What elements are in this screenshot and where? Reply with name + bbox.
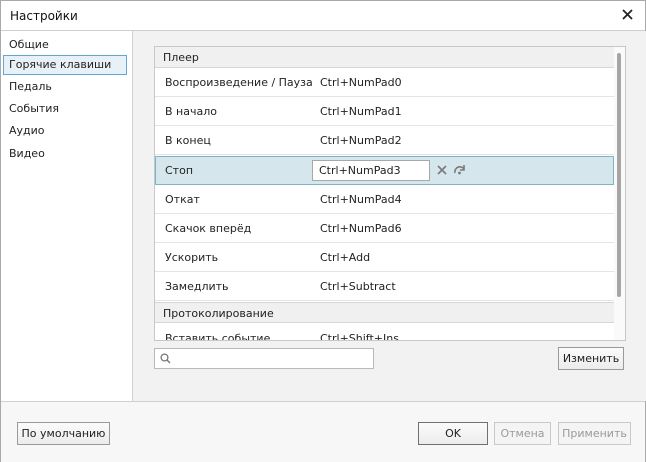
- hotkey-keys: Ctrl+NumPad4: [320, 193, 402, 206]
- table-row[interactable]: В конец Ctrl+NumPad2: [155, 126, 614, 155]
- hotkey-keys: Ctrl+NumPad1: [320, 105, 402, 118]
- sidebar-item-label: События: [9, 102, 60, 115]
- sidebar-item-label: Горячие клавиши: [9, 58, 112, 71]
- sidebar-item-label: Педаль: [9, 80, 52, 93]
- group-header-logging: Протоколирование: [155, 302, 614, 323]
- sidebar-item-video[interactable]: Видео: [3, 144, 127, 164]
- hotkey-keys: Ctrl+NumPad2: [320, 134, 402, 147]
- search-icon: [160, 353, 171, 364]
- change-button[interactable]: Изменить: [558, 347, 624, 370]
- hotkey-action: Воспроизведение / Пауза: [165, 76, 313, 89]
- sidebar-item-events[interactable]: События: [3, 99, 127, 119]
- undo-icon: [454, 165, 465, 175]
- clear-hotkey-button[interactable]: [436, 164, 448, 176]
- hotkey-edit-field[interactable]: Ctrl+NumPad3: [312, 160, 430, 181]
- dialog-title: Настройки: [10, 9, 78, 23]
- sidebar-item-audio[interactable]: Аудио: [3, 121, 127, 141]
- hotkey-keys: Ctrl+Add: [320, 251, 371, 264]
- scrollbar-thumb[interactable]: [617, 53, 621, 297]
- table-row[interactable]: В начало Ctrl+NumPad1: [155, 97, 614, 126]
- hotkey-action: Скачок вперёд: [165, 222, 252, 235]
- close-button[interactable]: [617, 4, 637, 26]
- apply-button[interactable]: Применить: [558, 422, 631, 445]
- ok-button[interactable]: OK: [418, 422, 488, 445]
- settings-dialog: Настройки Общие Горячие клавиши Педаль С…: [0, 0, 646, 462]
- sidebar-item-general[interactable]: Общие: [3, 35, 127, 55]
- hotkey-action: В начало: [165, 105, 217, 118]
- hotkeys-panel: Плеер Воспроизведение / Пауза Ctrl+NumPa…: [132, 31, 646, 401]
- dialog-footer: По умолчанию OK Отмена Применить: [1, 401, 645, 462]
- clear-icon: [437, 165, 447, 175]
- hotkey-action: Замедлить: [165, 280, 229, 293]
- table-row[interactable]: Ускорить Ctrl+Add: [155, 243, 614, 272]
- settings-sidebar: Общие Горячие клавиши Педаль События Ауд…: [1, 31, 131, 401]
- sidebar-item-label: Видео: [9, 147, 45, 160]
- hotkey-action: Вставить событие: [165, 332, 271, 341]
- hotkey-keys: Ctrl+NumPad6: [320, 222, 402, 235]
- table-row[interactable]: Воспроизведение / Пауза Ctrl+NumPad0: [155, 68, 614, 97]
- close-icon: [621, 9, 633, 20]
- hotkey-keys: Ctrl+NumPad0: [320, 76, 402, 89]
- hotkey-action: Стоп: [165, 164, 194, 177]
- sidebar-item-label: Общие: [9, 38, 49, 51]
- hotkey-keys: Ctrl+Shift+Ins: [320, 332, 399, 341]
- hotkey-action: Откат: [165, 193, 200, 206]
- sidebar-item-label: Аудио: [9, 124, 45, 137]
- table-row[interactable]: Скачок вперёд Ctrl+NumPad6: [155, 214, 614, 243]
- reset-hotkey-button[interactable]: [452, 163, 467, 177]
- table-row-selected[interactable]: Стоп Ctrl+NumPad3: [155, 156, 614, 185]
- hotkey-action: Ускорить: [165, 251, 219, 264]
- group-header-player: Плеер: [155, 47, 614, 68]
- defaults-button[interactable]: По умолчанию: [17, 422, 110, 445]
- search-box[interactable]: [154, 348, 374, 369]
- search-input[interactable]: [175, 350, 374, 369]
- table-row[interactable]: Откат Ctrl+NumPad4: [155, 185, 614, 214]
- sidebar-item-hotkeys[interactable]: Горячие клавиши: [3, 55, 127, 75]
- sidebar-item-pedal[interactable]: Педаль: [3, 77, 127, 97]
- table-row[interactable]: Вставить событие Ctrl+Shift+Ins: [155, 324, 614, 341]
- vertical-scrollbar[interactable]: [614, 47, 625, 340]
- hotkeys-table: Плеер Воспроизведение / Пауза Ctrl+NumPa…: [154, 46, 626, 341]
- table-row[interactable]: Замедлить Ctrl+Subtract: [155, 272, 614, 301]
- cancel-button[interactable]: Отмена: [494, 422, 551, 445]
- title-bar[interactable]: Настройки: [1, 1, 645, 31]
- hotkey-keys: Ctrl+Subtract: [320, 280, 396, 293]
- hotkey-action: В конец: [165, 134, 211, 147]
